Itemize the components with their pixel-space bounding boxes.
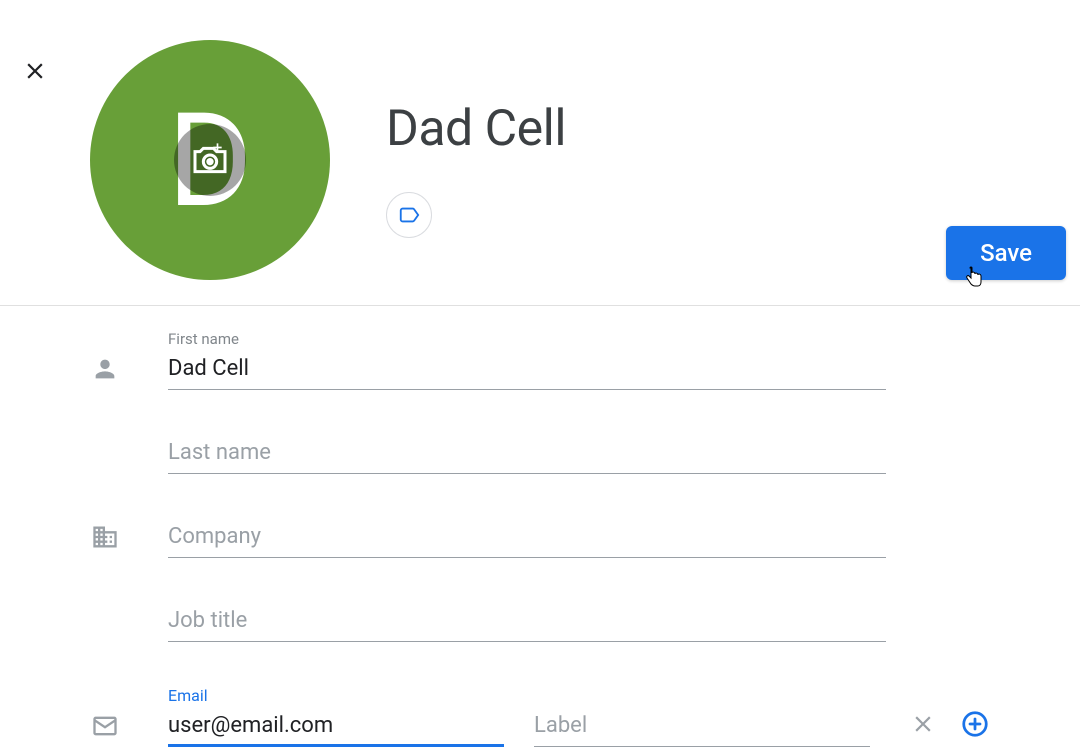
job-title-input[interactable] <box>168 602 886 642</box>
change-photo-button[interactable] <box>174 124 246 196</box>
email-row: Email <box>90 686 990 747</box>
contact-name-block: Dad Cell <box>386 100 566 238</box>
email-label: Email <box>168 686 504 705</box>
job-title-field[interactable] <box>168 602 886 642</box>
email-icon <box>90 711 120 741</box>
contact-avatar: D <box>90 40 330 280</box>
email-label-input[interactable] <box>534 707 870 747</box>
edit-contact-dialog: D Dad Cell Save First name <box>0 0 1080 708</box>
clear-email-button[interactable] <box>910 711 936 737</box>
last-name-field[interactable] <box>168 434 886 474</box>
email-input[interactable] <box>168 707 504 747</box>
contact-header: D Dad Cell Save <box>0 0 1080 306</box>
name-row: First name <box>90 330 990 390</box>
first-name-label: First name <box>168 330 886 348</box>
label-icon <box>398 204 420 226</box>
company-row <box>90 518 990 558</box>
add-circle-icon <box>960 709 990 739</box>
email-field[interactable]: Email <box>168 686 504 747</box>
person-icon <box>90 354 120 384</box>
lastname-row <box>90 434 990 474</box>
avatar-container: D <box>90 40 330 280</box>
contact-form: First name <box>0 306 1080 747</box>
first-name-input[interactable] <box>168 350 886 390</box>
email-actions <box>910 709 990 739</box>
add-label-button[interactable] <box>386 192 432 238</box>
building-icon <box>90 522 120 552</box>
jobtitle-row <box>90 602 990 642</box>
company-field[interactable] <box>168 518 886 558</box>
last-name-input[interactable] <box>168 434 886 474</box>
camera-plus-icon <box>190 140 230 180</box>
contact-display-name: Dad Cell <box>386 100 566 158</box>
clear-icon <box>910 711 936 737</box>
add-email-button[interactable] <box>960 709 990 739</box>
save-button[interactable]: Save <box>946 226 1066 280</box>
first-name-field[interactable]: First name <box>168 330 886 390</box>
company-input[interactable] <box>168 518 886 558</box>
email-label-field[interactable] <box>534 707 870 747</box>
